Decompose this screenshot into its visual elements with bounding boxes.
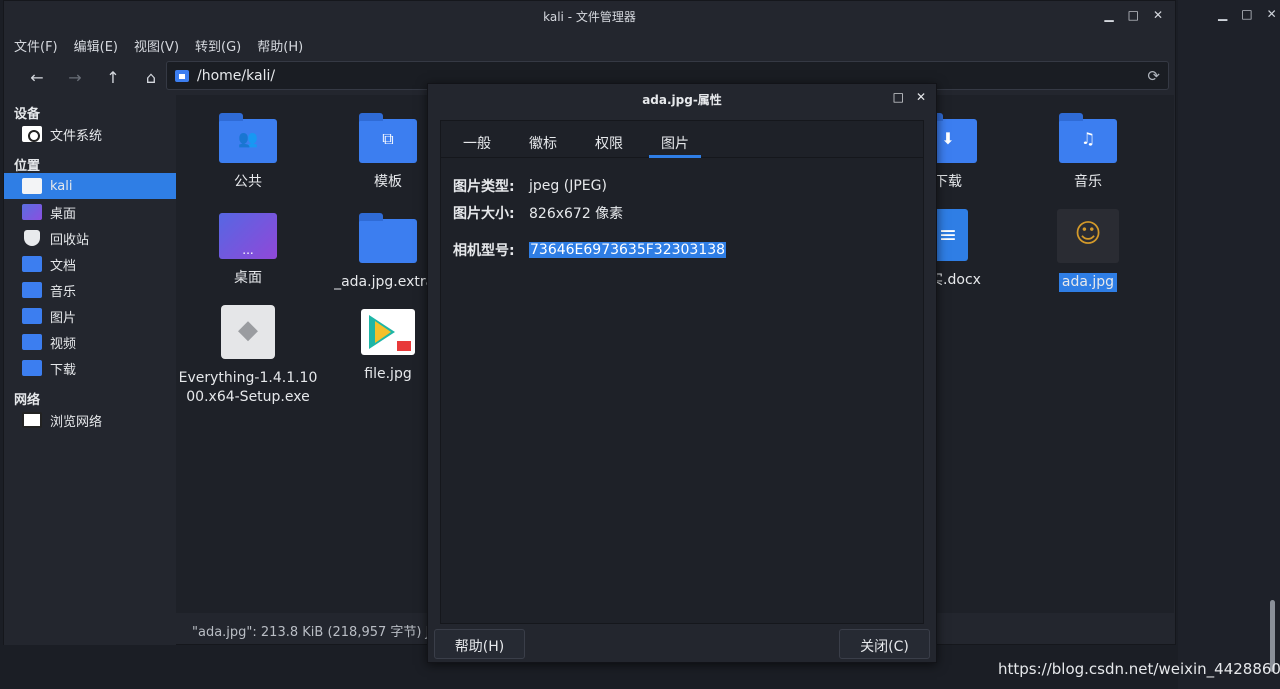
sidebar-item-label: 音乐	[50, 284, 77, 300]
image-type-value: jpeg (JPEG)	[529, 177, 607, 194]
sidebar-header-places: 位置	[14, 159, 41, 174]
folder-icon	[359, 213, 417, 263]
music-icon	[22, 282, 42, 298]
file-item[interactable]: ada.jpg	[1018, 209, 1158, 292]
forward-arrow-icon[interactable]: →	[56, 68, 94, 87]
minimize-icon[interactable]: ▁	[1104, 8, 1113, 22]
tab-image[interactable]: 图片	[649, 121, 701, 158]
sidebar-item-label: 图片	[50, 310, 77, 326]
videos-icon	[22, 334, 42, 350]
close-button[interactable]: 关闭(C)	[839, 629, 930, 659]
close-icon[interactable]: ✕	[1153, 8, 1163, 22]
sidebar-item-downloads[interactable]: 下载	[4, 355, 176, 381]
up-arrow-icon[interactable]: ↑	[94, 68, 132, 87]
menu-go[interactable]: 转到(G)	[195, 36, 241, 55]
file-label: 公共	[234, 174, 262, 190]
sidebar-item-music[interactable]: 音乐	[4, 277, 176, 303]
image-size-row: 图片大小: 826x672 像素	[453, 199, 923, 226]
tab-bar: 一般 徽标 权限 图片	[441, 121, 923, 158]
sidebar-header-network: 网络	[14, 393, 41, 408]
menu-view[interactable]: 视图(V)	[134, 36, 179, 55]
back-arrow-icon[interactable]: ←	[18, 68, 56, 87]
location-path: /home/kali/	[197, 67, 276, 84]
menu-file[interactable]: 文件(F)	[14, 36, 58, 55]
image-icon	[361, 309, 415, 355]
sidebar-item-filesystem[interactable]: 文件系统	[4, 121, 176, 147]
image-type-label: 图片类型:	[453, 178, 515, 195]
home-folder-icon	[175, 69, 189, 82]
maximize-icon[interactable]: □	[1128, 8, 1139, 22]
image-size-value: 826x672 像素	[529, 205, 624, 222]
tab-permissions[interactable]: 权限	[583, 121, 635, 158]
sidebar-item-trash[interactable]: 回收站	[4, 225, 176, 251]
camera-model-value[interactable]: 73646E6973635F32303138	[529, 241, 727, 258]
camera-model-label: 相机型号:	[453, 242, 515, 259]
desktop-icon	[22, 204, 42, 220]
image-thumbnail-icon	[1057, 209, 1119, 263]
camera-model-row: 相机型号: 73646E6973635F32303138	[453, 236, 923, 263]
dialog-title: ada.jpg-属性	[642, 93, 722, 107]
downloads-icon	[22, 360, 42, 376]
minimize-icon[interactable]: ▁	[1218, 7, 1227, 21]
properties-notebook: 一般 徽标 权限 图片 图片类型: jpeg (JPEG) 图片大小: 826x…	[440, 120, 924, 624]
file-label: 音乐	[1074, 174, 1102, 190]
close-icon[interactable]: ✕	[916, 90, 926, 104]
file-label: 桌面	[234, 270, 262, 286]
image-properties: 图片类型: jpeg (JPEG) 图片大小: 826x672 像素 相机型号:…	[441, 158, 923, 263]
pictures-icon	[22, 308, 42, 324]
network-icon	[22, 412, 42, 428]
file-label: ada.jpg	[1058, 273, 1118, 292]
sidebar-item-label: kali	[50, 178, 73, 194]
file-item[interactable]: 桌面	[178, 213, 318, 288]
maximize-icon[interactable]: □	[1241, 7, 1252, 21]
window-title: kali - 文件管理器	[543, 10, 636, 24]
drive-icon	[22, 126, 42, 142]
background-window	[1178, 0, 1280, 689]
help-button[interactable]: 帮助(H)	[434, 629, 525, 659]
trash-icon	[24, 230, 40, 246]
close-icon[interactable]: ✕	[1267, 7, 1277, 21]
sidebar-item-documents[interactable]: 文档	[4, 251, 176, 277]
sidebar-item-label: 文档	[50, 258, 77, 274]
image-size-label: 图片大小:	[453, 205, 515, 222]
exe-icon	[221, 305, 275, 359]
templates-folder-icon: ⧉	[359, 113, 417, 163]
watermark: https://blog.csdn.net/weixin_44288604	[998, 660, 1280, 678]
sidebar-item-pictures[interactable]: 图片	[4, 303, 176, 329]
sidebar-item-label: 视频	[50, 336, 77, 352]
home-icon[interactable]: ⌂	[132, 68, 170, 87]
sidebar-header-devices: 设备	[14, 107, 41, 122]
sidebar-item-label: 桌面	[50, 206, 77, 222]
menu-edit[interactable]: 编辑(E)	[74, 36, 118, 55]
desktop-folder-icon	[219, 213, 277, 259]
reload-icon[interactable]: ⟳	[1147, 67, 1160, 85]
home-folder-icon	[22, 178, 42, 194]
menu-help[interactable]: 帮助(H)	[257, 36, 303, 55]
sidebar-item-label: 文件系统	[50, 128, 103, 144]
public-folder-icon: 👥	[219, 113, 277, 163]
maximize-icon[interactable]: □	[893, 90, 904, 104]
dialog-titlebar[interactable]: ada.jpg-属性 □ ✕	[428, 84, 936, 112]
properties-dialog: ada.jpg-属性 □ ✕ 一般 徽标 权限 图片 图片类型: jpeg (J…	[427, 83, 937, 663]
documents-icon	[22, 256, 42, 272]
sidebar-item-label: 回收站	[50, 232, 90, 248]
sidebar-item-label: 浏览网络	[50, 414, 103, 430]
window-titlebar[interactable]: kali - 文件管理器 ▁ □ ✕	[4, 1, 1175, 31]
tab-general[interactable]: 一般	[451, 121, 503, 158]
file-label: Everything-1.4.1.1000.x64-Setup.exe	[178, 370, 318, 405]
sidebar-item-kali[interactable]: kali	[4, 173, 176, 199]
sidebar-item-label: 下载	[50, 362, 77, 378]
music-folder-icon: ♫	[1059, 113, 1117, 163]
file-item[interactable]: Everything-1.4.1.1000.x64-Setup.exe	[178, 305, 318, 407]
sidebar-item-videos[interactable]: 视频	[4, 329, 176, 355]
menubar: 文件(F) 编辑(E) 视图(V) 转到(G) 帮助(H)	[4, 31, 1175, 59]
file-item[interactable]: 👥 公共	[178, 113, 318, 192]
background-window-controls: ▁ □ ✕	[1218, 7, 1277, 21]
sidebar-item-browse-network[interactable]: 浏览网络	[4, 407, 176, 433]
tab-emblems[interactable]: 徽标	[517, 121, 569, 158]
image-type-row: 图片类型: jpeg (JPEG)	[453, 172, 923, 199]
sidebar-item-desktop[interactable]: 桌面	[4, 199, 176, 225]
file-item[interactable]: ♫ 音乐	[1018, 113, 1158, 192]
sidebar: 设备 文件系统 位置 kali 桌面 回收站 文档 音乐 图片 视频 下载 网络…	[4, 95, 176, 645]
